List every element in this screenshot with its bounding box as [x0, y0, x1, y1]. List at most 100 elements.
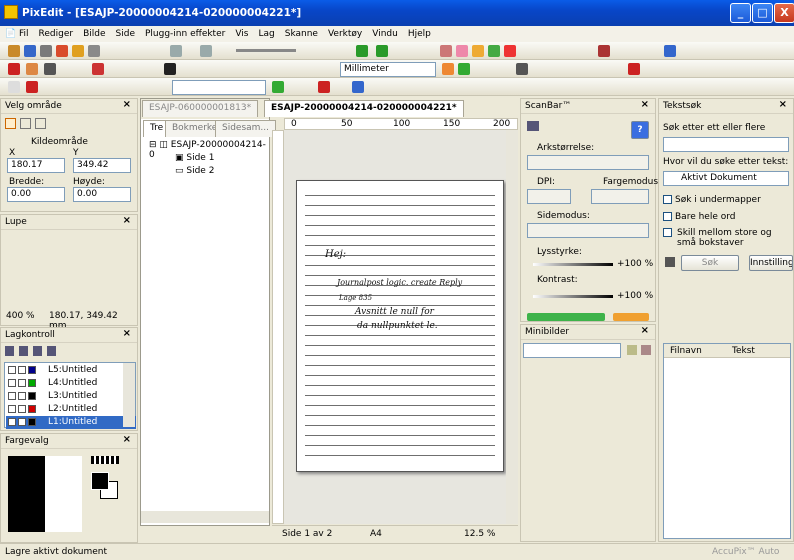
option-match-case[interactable]: Skill mellom store og små bokstaver — [663, 228, 789, 248]
tree-page-2[interactable]: ▭ Side 2 — [175, 166, 214, 176]
scan-button[interactable] — [527, 313, 605, 321]
layers-close[interactable]: × — [123, 328, 131, 339]
new-page-icon[interactable] — [8, 81, 20, 93]
tool-icon-a[interactable] — [442, 63, 454, 75]
loupe-close[interactable]: × — [123, 215, 131, 226]
layer-row[interactable]: L5:Untitled — [6, 364, 136, 377]
select-area-close[interactable]: × — [123, 99, 131, 110]
play-icon[interactable] — [272, 81, 284, 93]
tool-icon-b[interactable] — [458, 63, 470, 75]
search-terms-input[interactable] — [663, 137, 789, 152]
settings-button[interactable]: Innstilling — [749, 255, 793, 271]
dpi-select[interactable] — [527, 189, 571, 204]
color-close[interactable]: × — [123, 434, 131, 445]
menu-vindu[interactable]: Vindu — [367, 29, 403, 39]
record-icon[interactable] — [318, 81, 330, 93]
select-tool-icon[interactable] — [8, 63, 20, 75]
scan-settings-icon[interactable] — [352, 81, 364, 93]
width-field[interactable]: 0.00 — [7, 187, 65, 202]
copy-icon[interactable] — [72, 45, 84, 57]
menu-rediger[interactable]: Rediger — [34, 29, 79, 39]
delete-page-icon[interactable] — [26, 81, 38, 93]
layer-row[interactable]: L3:Untitled — [6, 390, 136, 403]
search-button[interactable]: Søk — [681, 255, 739, 271]
tab-doc-1[interactable]: ESAJP-060000001813* — [142, 100, 259, 117]
print-icon[interactable] — [40, 45, 52, 57]
menu-hjelp[interactable]: Hjelp — [403, 29, 436, 39]
thumbnails-select[interactable] — [523, 343, 621, 358]
tab-doc-2[interactable]: ESAJP-20000004214-020000004221* — [264, 100, 464, 117]
scan-icon[interactable] — [56, 45, 68, 57]
menu-plugins[interactable]: Plugg-inn effekter — [140, 29, 230, 39]
column-filename[interactable]: Filnavn — [670, 346, 702, 356]
menu-fil[interactable]: Fil — [14, 29, 34, 39]
save-icon[interactable] — [24, 45, 36, 57]
area-tool-icon[interactable] — [26, 63, 38, 75]
rect-select-icon[interactable] — [5, 118, 16, 129]
wand-icon[interactable] — [35, 118, 46, 129]
crop-icon[interactable] — [516, 63, 528, 75]
open-icon[interactable] — [8, 45, 20, 57]
text-tool-icon[interactable] — [164, 63, 176, 75]
tab-pages[interactable]: Sidesam... — [215, 120, 277, 137]
menu-vis[interactable]: Vis — [230, 29, 253, 39]
menu-side[interactable]: Side — [111, 29, 140, 39]
scanner-icon[interactable] — [527, 121, 539, 131]
layer-scrollbar[interactable] — [123, 363, 135, 427]
layer-row[interactable]: L4:Untitled — [6, 377, 136, 390]
view2-icon[interactable] — [456, 45, 468, 57]
forward-icon[interactable] — [376, 45, 388, 57]
view5-icon[interactable] — [504, 45, 516, 57]
paper-size-select[interactable] — [527, 155, 649, 170]
layer-row-selected[interactable]: L1:Untitled — [6, 416, 136, 429]
menu-lag[interactable]: Lag — [253, 29, 279, 39]
menu-bilde[interactable]: Bilde — [78, 29, 110, 39]
search-scope-select[interactable]: Aktivt Dokument — [663, 171, 789, 186]
layer-row[interactable]: L2:Untitled — [6, 403, 136, 416]
lasso-icon[interactable] — [20, 118, 31, 129]
brush-tool-icon[interactable] — [92, 63, 104, 75]
check-icon[interactable] — [628, 63, 640, 75]
close-button[interactable]: X — [774, 3, 794, 23]
color-mode-select[interactable] — [591, 189, 649, 204]
side-mode-select[interactable] — [527, 223, 649, 238]
zoom-slider[interactable] — [236, 49, 296, 52]
undo-icon[interactable] — [170, 45, 182, 57]
scanbar-close[interactable]: × — [641, 99, 649, 110]
units-select[interactable]: Millimeter — [340, 62, 436, 77]
view4-icon[interactable] — [488, 45, 500, 57]
option-whole-words[interactable]: Bare hele ord — [663, 212, 736, 222]
brightness-slider[interactable] — [533, 263, 613, 266]
back-icon[interactable] — [356, 45, 368, 57]
page-select[interactable] — [172, 80, 266, 95]
book-icon[interactable] — [598, 45, 610, 57]
palette-strip[interactable] — [91, 456, 119, 464]
doc-scrollbar-vertical[interactable] — [506, 130, 518, 524]
x-field[interactable]: 180.17 — [7, 158, 65, 173]
maximize-button[interactable]: □ — [752, 3, 773, 23]
paste-icon[interactable] — [88, 45, 100, 57]
y-field[interactable]: 349.42 — [73, 158, 131, 173]
pen-tool-icon[interactable] — [44, 63, 56, 75]
view-icon[interactable] — [440, 45, 452, 57]
contrast-slider[interactable] — [533, 295, 613, 298]
color-palette[interactable] — [8, 456, 82, 532]
text-search-close[interactable]: × — [779, 99, 787, 110]
height-field[interactable]: 0.00 — [73, 187, 131, 202]
thumbnails-close[interactable]: × — [641, 325, 649, 336]
tree-scrollbar[interactable] — [141, 511, 269, 523]
minimize-button[interactable]: _ — [730, 3, 751, 23]
foreground-color-swatch[interactable] — [91, 472, 109, 490]
scanbar-help-button[interactable]: ? — [631, 121, 649, 139]
menu-verktoy[interactable]: Verktøy — [323, 29, 367, 39]
tree-page-1[interactable]: ▣ Side 1 — [175, 153, 214, 163]
redo-icon[interactable] — [200, 45, 212, 57]
column-text[interactable]: Tekst — [732, 346, 755, 356]
thumbnails-option-icon[interactable] — [641, 345, 651, 355]
view3-icon[interactable] — [472, 45, 484, 57]
help-icon[interactable] — [664, 45, 676, 57]
layer-tools-icon[interactable] — [5, 346, 61, 356]
option-subfolders[interactable]: Søk i undermapper — [663, 195, 761, 205]
menu-skanne[interactable]: Skanne — [280, 29, 323, 39]
document-page[interactable]: Hej: Journalpost logic. create Reply Lag… — [296, 180, 504, 472]
